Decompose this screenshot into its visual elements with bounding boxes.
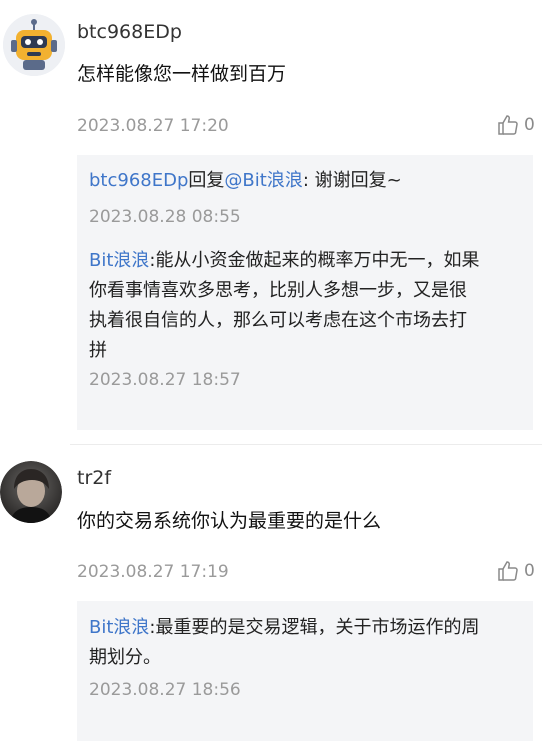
robot-avatar-icon (3, 14, 65, 76)
comment-username[interactable]: tr2f (77, 467, 111, 489)
reply-text-line: 你看事情喜欢多思考，比别人多想一步，又是很 (89, 280, 467, 301)
user-avatar[interactable] (0, 461, 62, 523)
reply-author[interactable]: Bit浪浪 (89, 617, 149, 638)
comment-item: tr2f 你的交易系统你认为最重要的是什么 2023.08.27 17:19 0… (0, 445, 542, 741)
reply-text-line: 最重要的是交易逻辑，关于市场运作的周 (155, 617, 480, 638)
reply-timestamp: 2023.08.27 18:57 (89, 370, 241, 390)
dark-portrait-avatar-icon (0, 461, 62, 523)
like-button[interactable]: 0 (496, 113, 535, 137)
thumbs-up-icon (498, 115, 518, 135)
comment-timestamp: 2023.08.27 17:19 (77, 562, 229, 582)
reply-item: btc968EDp回复@Bit浪浪: 谢谢回复~ (89, 166, 523, 196)
user-avatar[interactable] (3, 14, 65, 76)
comment-item: btc968EDp 怎样能像您一样做到百万 2023.08.27 17:20 0… (0, 0, 542, 445)
reply-thread: btc968EDp回复@Bit浪浪: 谢谢回复~ 2023.08.28 08:5… (77, 155, 533, 430)
comment-timestamp: 2023.08.27 17:20 (77, 116, 229, 136)
thumbs-up-icon (498, 561, 518, 581)
like-button[interactable]: 0 (496, 559, 535, 583)
reply-author[interactable]: Bit浪浪 (89, 250, 149, 271)
reply-mention[interactable]: @Bit浪浪 (224, 170, 302, 191)
reply-text: 谢谢回复~ (308, 170, 402, 191)
reply-text-line: 执着很自信的人，那么可以考虑在这个市场去打 (89, 310, 467, 331)
reply-author[interactable]: btc968EDp (89, 170, 188, 191)
like-count: 0 (524, 115, 535, 135)
like-count: 0 (524, 561, 535, 581)
reply-timestamp: 2023.08.27 18:56 (89, 680, 241, 700)
reply-thread: Bit浪浪:最重要的是交易逻辑，关于市场运作的周 期划分。 2023.08.27… (77, 601, 533, 741)
comment-username[interactable]: btc968EDp (77, 21, 182, 43)
reply-text-line: 拼 (89, 340, 107, 361)
reply-timestamp: 2023.08.28 08:55 (89, 207, 241, 227)
comment-text: 你的交易系统你认为最重要的是什么 (77, 510, 382, 532)
reply-text-line: 能从小资金做起来的概率万中无一，如果 (155, 250, 480, 271)
comment-text: 怎样能像您一样做到百万 (77, 63, 287, 85)
reply-action: 回复 (188, 170, 225, 191)
reply-item: Bit浪浪:能从小资金做起来的概率万中无一，如果 你看事情喜欢多思考，比别人多想… (89, 246, 523, 366)
reply-item: Bit浪浪:最重要的是交易逻辑，关于市场运作的周 期划分。 (89, 613, 523, 673)
reply-text-line: 期划分。 (89, 647, 161, 668)
